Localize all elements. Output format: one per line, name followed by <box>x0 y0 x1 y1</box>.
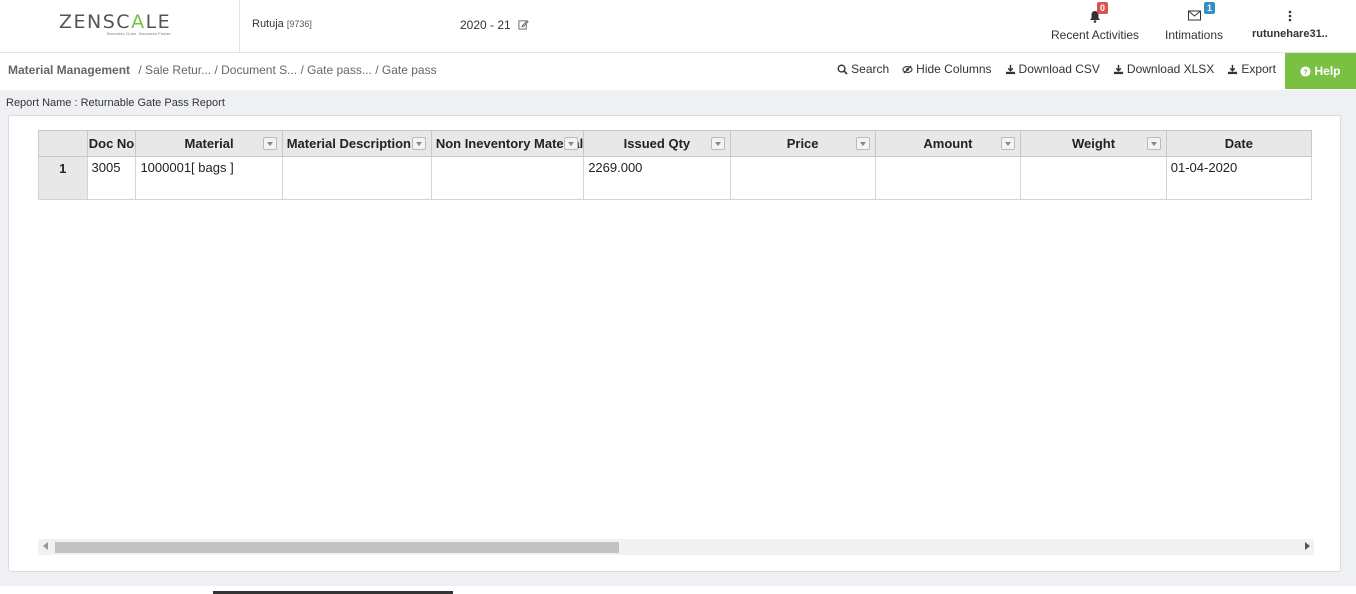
filter-icon[interactable] <box>564 137 579 150</box>
table-cell[interactable] <box>1020 156 1167 200</box>
bell-icon: 0 <box>1051 2 1139 24</box>
user-menu[interactable]: rutunehare31.. <box>1252 10 1328 40</box>
breadcrumb-item[interactable]: / Gate pass <box>375 63 436 77</box>
intimations-label: Intimations <box>1165 28 1224 42</box>
eye-slash-icon <box>902 64 913 74</box>
column-header[interactable]: Non Ineventory Material <box>430 130 585 157</box>
breadcrumb-root[interactable]: Material Management <box>8 63 130 77</box>
intimations[interactable]: 1 Intimations <box>1165 2 1224 42</box>
export-button[interactable]: Export <box>1227 62 1276 76</box>
report-panel: Doc No Material Material Description Non… <box>8 115 1341 572</box>
question-circle-icon: ? <box>1300 65 1312 77</box>
table-cell[interactable]: 2269.000 <box>583 156 731 200</box>
table-cell[interactable]: 3005 <box>86 156 137 200</box>
row-index: 1 <box>38 156 88 200</box>
envelope-icon: 1 <box>1165 2 1223 24</box>
data-grid: Doc No Material Material Description Non… <box>38 130 1312 200</box>
row-index-header <box>38 130 88 157</box>
recent-activities-label: Recent Activities <box>1051 28 1140 42</box>
report-table: Doc No Material Material Description Non… <box>38 130 1312 200</box>
scroll-right-arrow-icon[interactable] <box>1305 542 1310 550</box>
logo-tagline: Business Goes. Business Faster. <box>107 31 172 36</box>
hide-columns-label: Hide Columns <box>916 62 992 76</box>
intimations-badge: 1 <box>1204 2 1216 14</box>
help-button[interactable]: ? Help <box>1285 53 1356 89</box>
breadcrumb-item[interactable]: / Gate pass... <box>300 63 371 77</box>
search-button[interactable]: Search <box>837 62 889 76</box>
report-name: Report Name : Returnable Gate Pass Repor… <box>6 97 225 109</box>
filter-icon[interactable] <box>710 137 725 150</box>
svg-text:?: ? <box>1304 67 1309 76</box>
recent-activities-badge: 0 <box>1097 2 1109 14</box>
user-menu-label: rutunehare31.. <box>1252 28 1328 40</box>
table-cell[interactable] <box>281 156 432 200</box>
horizontal-scrollbar[interactable] <box>38 539 1314 555</box>
column-header[interactable]: Amount <box>874 130 1022 157</box>
toolbar: Material Management / Sale Retur... / Do… <box>0 53 1356 90</box>
download-csv-label: Download CSV <box>1018 62 1100 76</box>
download-icon <box>1228 64 1238 74</box>
filter-icon[interactable] <box>855 137 870 150</box>
filter-icon[interactable] <box>411 137 426 150</box>
logo[interactable]: ZENSCALE Business Goes. Business Faster. <box>0 0 240 53</box>
search-icon <box>837 64 848 75</box>
export-label: Export <box>1241 62 1276 76</box>
main-content: Report Name : Returnable Gate Pass Repor… <box>0 90 1356 586</box>
column-header[interactable]: Material <box>135 130 283 157</box>
table-cell[interactable] <box>430 156 585 200</box>
edit-icon[interactable] <box>518 19 529 30</box>
download-icon <box>1113 64 1124 74</box>
table-header-row: Doc No Material Material Description Non… <box>38 130 1312 157</box>
table-cell[interactable] <box>729 156 876 200</box>
breadcrumb: Material Management / Sale Retur... / Do… <box>8 63 437 77</box>
more-vertical-icon <box>1252 10 1328 24</box>
search-label: Search <box>851 62 890 76</box>
column-header[interactable]: Price <box>729 130 876 157</box>
column-header[interactable]: Weight <box>1020 130 1167 157</box>
table-cell[interactable] <box>874 156 1022 200</box>
user-name: Rutuja <box>252 18 284 30</box>
table-row[interactable]: 1 3005 1000001[ bags ] 2269.000 01-04-20… <box>38 156 1312 200</box>
fiscal-year[interactable]: 2020 - 21 <box>460 18 529 32</box>
toolbar-actions: Search Hide Columns Download CSV Downloa… <box>837 62 1276 76</box>
breadcrumb-item[interactable]: / Document S... <box>214 63 297 77</box>
scrollbar-thumb[interactable] <box>55 542 619 553</box>
download-xlsx-button[interactable]: Download XLSX <box>1113 62 1214 76</box>
filter-icon[interactable] <box>262 137 277 150</box>
download-csv-button[interactable]: Download CSV <box>1005 62 1100 76</box>
scroll-left-arrow-icon[interactable] <box>43 542 48 550</box>
user-code: [9736] <box>286 19 312 29</box>
filter-icon[interactable] <box>1146 137 1161 150</box>
table-cell[interactable]: 01-04-2020 <box>1165 156 1312 200</box>
logo-text: ZENSCALE <box>59 11 172 33</box>
column-header[interactable]: Issued Qty <box>583 130 731 157</box>
download-xlsx-label: Download XLSX <box>1126 62 1215 76</box>
column-header[interactable]: Material Description <box>281 130 432 157</box>
fiscal-year-label: 2020 - 21 <box>460 18 511 32</box>
table-cell[interactable]: 1000001[ bags ] <box>135 156 283 200</box>
help-label: Help <box>1314 64 1341 78</box>
column-header[interactable]: Date <box>1165 130 1312 157</box>
column-header[interactable]: Doc No <box>86 130 137 157</box>
download-icon <box>1005 64 1015 74</box>
filter-icon[interactable] <box>1001 137 1016 150</box>
recent-activities[interactable]: 0 Recent Activities <box>1051 2 1140 42</box>
app-header: ZENSCALE Business Goes. Business Faster.… <box>0 0 1356 53</box>
user-info: Rutuja [9736] <box>252 18 312 30</box>
breadcrumb-item[interactable]: / Sale Retur... <box>138 63 211 77</box>
hide-columns-button[interactable]: Hide Columns <box>902 62 992 76</box>
